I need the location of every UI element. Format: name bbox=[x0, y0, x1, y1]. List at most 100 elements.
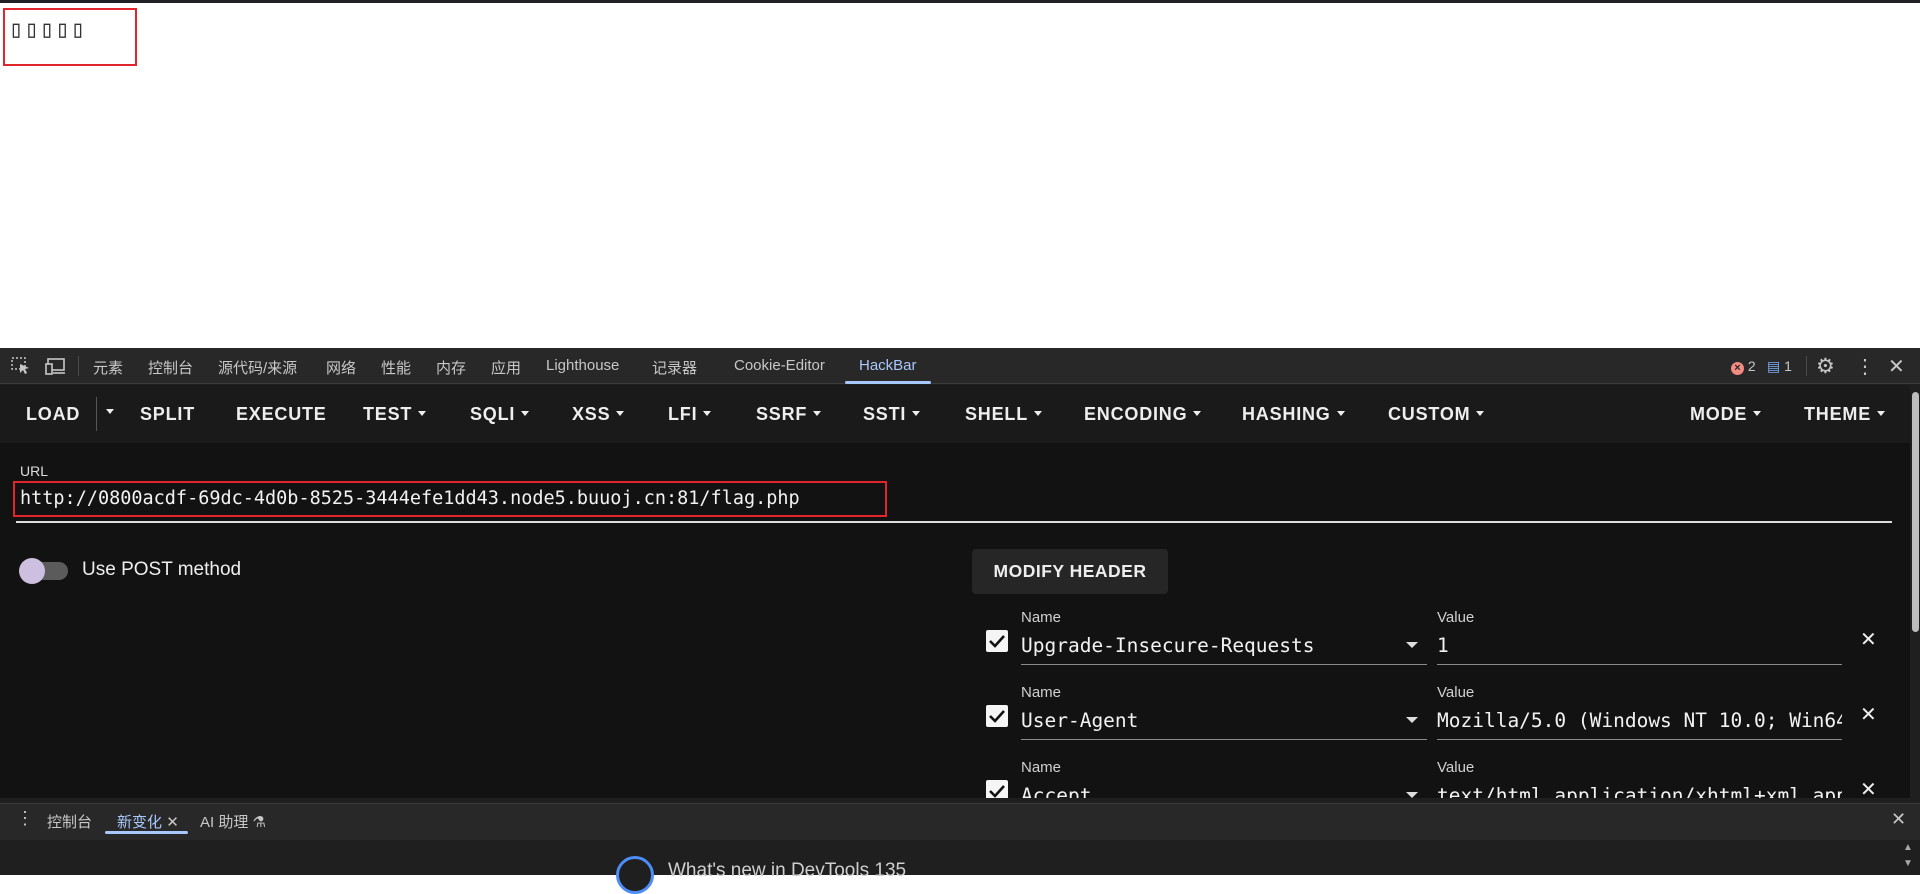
tab-console[interactable]: 控制台 bbox=[148, 357, 193, 378]
scroll-down-icon[interactable]: ▼ bbox=[1903, 858, 1913, 869]
header-name-dropdown-icon[interactable] bbox=[1406, 717, 1418, 723]
tab-network[interactable]: 网络 bbox=[326, 357, 356, 378]
encoding-label: ENCODING bbox=[1084, 404, 1188, 424]
url-input[interactable]: http://0800acdf-69dc-4d0b-8525-3444efe1d… bbox=[20, 488, 800, 509]
tab-recorder[interactable]: 记录器 bbox=[652, 357, 697, 378]
split-button[interactable]: SPLIT bbox=[140, 404, 195, 425]
ssti-menu[interactable]: SSTI bbox=[863, 404, 921, 425]
message-icon: ▤ bbox=[1767, 358, 1781, 374]
caret-down-icon bbox=[1877, 410, 1885, 416]
device-toolbar-icon[interactable] bbox=[45, 357, 67, 380]
header-enabled-checkbox[interactable] bbox=[986, 780, 1008, 798]
encoding-menu[interactable]: ENCODING bbox=[1084, 404, 1202, 425]
header-value-label: Value bbox=[1437, 609, 1475, 626]
devtools-tabbar: 元素 控制台 源代码/来源 网络 性能 内存 应用 Lighthouse 记录器… bbox=[0, 348, 1920, 384]
tab-lighthouse[interactable]: Lighthouse bbox=[546, 357, 619, 374]
drawer-tab-whats-new-label: 新变化 bbox=[117, 814, 163, 831]
header-value-input[interactable]: Mozilla/5.0 (Windows NT 10.0; Win64; x64… bbox=[1437, 709, 1842, 732]
tab-elements[interactable]: 元素 bbox=[93, 357, 123, 378]
page-content: ▯▯▯▯▯ bbox=[0, 3, 1920, 348]
tab-sources[interactable]: 源代码/来源 bbox=[218, 357, 297, 378]
header-name-underline bbox=[1021, 739, 1427, 740]
drawer-tab-whats-new[interactable]: 新变化 ✕ bbox=[117, 811, 179, 832]
tabbar-separator bbox=[1806, 356, 1807, 376]
header-name-input[interactable]: Accept bbox=[1021, 784, 1397, 798]
theme-menu[interactable]: THEME bbox=[1804, 404, 1885, 425]
mode-label: MODE bbox=[1690, 404, 1748, 424]
active-tab-indicator bbox=[845, 381, 931, 384]
header-enabled-checkbox[interactable] bbox=[986, 630, 1008, 652]
remove-header-close-icon[interactable]: ✕ bbox=[1860, 627, 1877, 652]
remove-header-close-icon[interactable]: ✕ bbox=[1860, 777, 1877, 798]
message-count: 1 bbox=[1784, 358, 1792, 374]
whats-new-heading: What's new in DevTools 135 bbox=[668, 860, 907, 881]
header-name-label: Name bbox=[1021, 684, 1062, 701]
caret-down-icon bbox=[1193, 410, 1202, 416]
hackbar-scrollbar-thumb[interactable] bbox=[1912, 392, 1919, 632]
header-value-label: Value bbox=[1437, 759, 1475, 776]
devtools-drawer: ⋮ 控制台 新变化 ✕ AI 助理 ⚗ ✕ What's new in DevT… bbox=[0, 803, 1920, 894]
shell-menu[interactable]: SHELL bbox=[965, 404, 1043, 425]
url-input-underline bbox=[16, 521, 1892, 523]
drawer-close-icon[interactable]: ✕ bbox=[1891, 809, 1906, 830]
inspect-element-icon[interactable] bbox=[11, 357, 31, 380]
ssrf-menu[interactable]: SSRF bbox=[756, 404, 822, 425]
header-name-dropdown-icon[interactable] bbox=[1406, 792, 1418, 798]
tab-hackbar[interactable]: HackBar bbox=[859, 357, 917, 374]
caret-down-icon bbox=[1476, 410, 1485, 416]
sqli-menu[interactable]: SQLI bbox=[470, 404, 530, 425]
tab-application[interactable]: 应用 bbox=[491, 357, 521, 378]
load-button[interactable]: LOAD bbox=[26, 404, 80, 425]
lfi-menu[interactable]: LFI bbox=[668, 404, 712, 425]
caret-down-icon bbox=[616, 410, 625, 416]
drawer-menu-icon[interactable]: ⋮ bbox=[16, 808, 34, 829]
more-options-icon[interactable]: ⋮ bbox=[1855, 354, 1875, 379]
close-icon[interactable]: ✕ bbox=[1888, 354, 1905, 379]
caret-down-icon bbox=[418, 410, 427, 416]
header-row: Name Upgrade-Insecure-Requests Value 1 ✕ bbox=[0, 609, 1910, 684]
header-value-input[interactable]: text/html,application/xhtml+xml,applicat… bbox=[1437, 784, 1842, 798]
hackbar-body: URL http://0800acdf-69dc-4d0b-8525-3444e… bbox=[0, 443, 1910, 798]
header-name-input[interactable]: User-Agent bbox=[1021, 709, 1397, 732]
caret-down-icon bbox=[521, 410, 530, 416]
modify-header-button[interactable]: MODIFY HEADER bbox=[972, 549, 1168, 594]
header-name-label: Name bbox=[1021, 759, 1062, 776]
mode-menu[interactable]: MODE bbox=[1690, 404, 1762, 425]
header-enabled-checkbox[interactable] bbox=[986, 705, 1008, 727]
tab-memory[interactable]: 内存 bbox=[436, 357, 466, 378]
close-tab-icon[interactable]: ✕ bbox=[166, 814, 179, 831]
header-value-underline bbox=[1437, 739, 1842, 740]
check-icon bbox=[989, 710, 1005, 723]
post-toggle[interactable] bbox=[19, 558, 45, 584]
caret-down-icon bbox=[1336, 410, 1345, 416]
gear-icon[interactable]: ⚙ bbox=[1816, 354, 1835, 379]
caret-down-icon bbox=[1753, 410, 1762, 416]
header-value-input[interactable]: 1 bbox=[1437, 634, 1842, 657]
drawer-tab-console[interactable]: 控制台 bbox=[47, 811, 92, 832]
header-row: Name User-Agent Value Mozilla/5.0 (Windo… bbox=[0, 684, 1910, 759]
error-count: 2 bbox=[1747, 358, 1756, 374]
xss-menu[interactable]: XSS bbox=[572, 404, 625, 425]
header-name-dropdown-icon[interactable] bbox=[1406, 642, 1418, 648]
drawer-tab-ai-assistant[interactable]: AI 助理 ⚗ bbox=[200, 811, 266, 832]
tab-cookie-editor[interactable]: Cookie-Editor bbox=[734, 357, 825, 374]
custom-menu[interactable]: CUSTOM bbox=[1388, 404, 1485, 425]
remove-header-close-icon[interactable]: ✕ bbox=[1860, 702, 1877, 727]
ssrf-label: SSRF bbox=[756, 404, 808, 424]
load-dropdown-button[interactable] bbox=[100, 402, 114, 423]
header-name-input[interactable]: Upgrade-Insecure-Requests bbox=[1021, 634, 1397, 657]
lfi-label: LFI bbox=[668, 404, 698, 424]
toolbar-separator bbox=[96, 397, 97, 431]
errors-indicator[interactable]: × 2 bbox=[1731, 358, 1756, 375]
tab-performance[interactable]: 性能 bbox=[381, 357, 411, 378]
hashing-menu[interactable]: HASHING bbox=[1242, 404, 1345, 425]
scroll-up-icon[interactable]: ▲ bbox=[1903, 842, 1913, 853]
execute-button[interactable]: EXECUTE bbox=[236, 404, 327, 425]
garbled-page-text: ▯▯▯▯▯ bbox=[9, 15, 87, 43]
header-value-underline bbox=[1437, 664, 1842, 665]
devtools-logo-icon bbox=[616, 856, 654, 894]
caret-down-icon bbox=[703, 410, 712, 416]
url-label: URL bbox=[20, 463, 49, 479]
test-menu[interactable]: TEST bbox=[363, 404, 427, 425]
messages-indicator[interactable]: ▤ 1 bbox=[1767, 358, 1792, 375]
